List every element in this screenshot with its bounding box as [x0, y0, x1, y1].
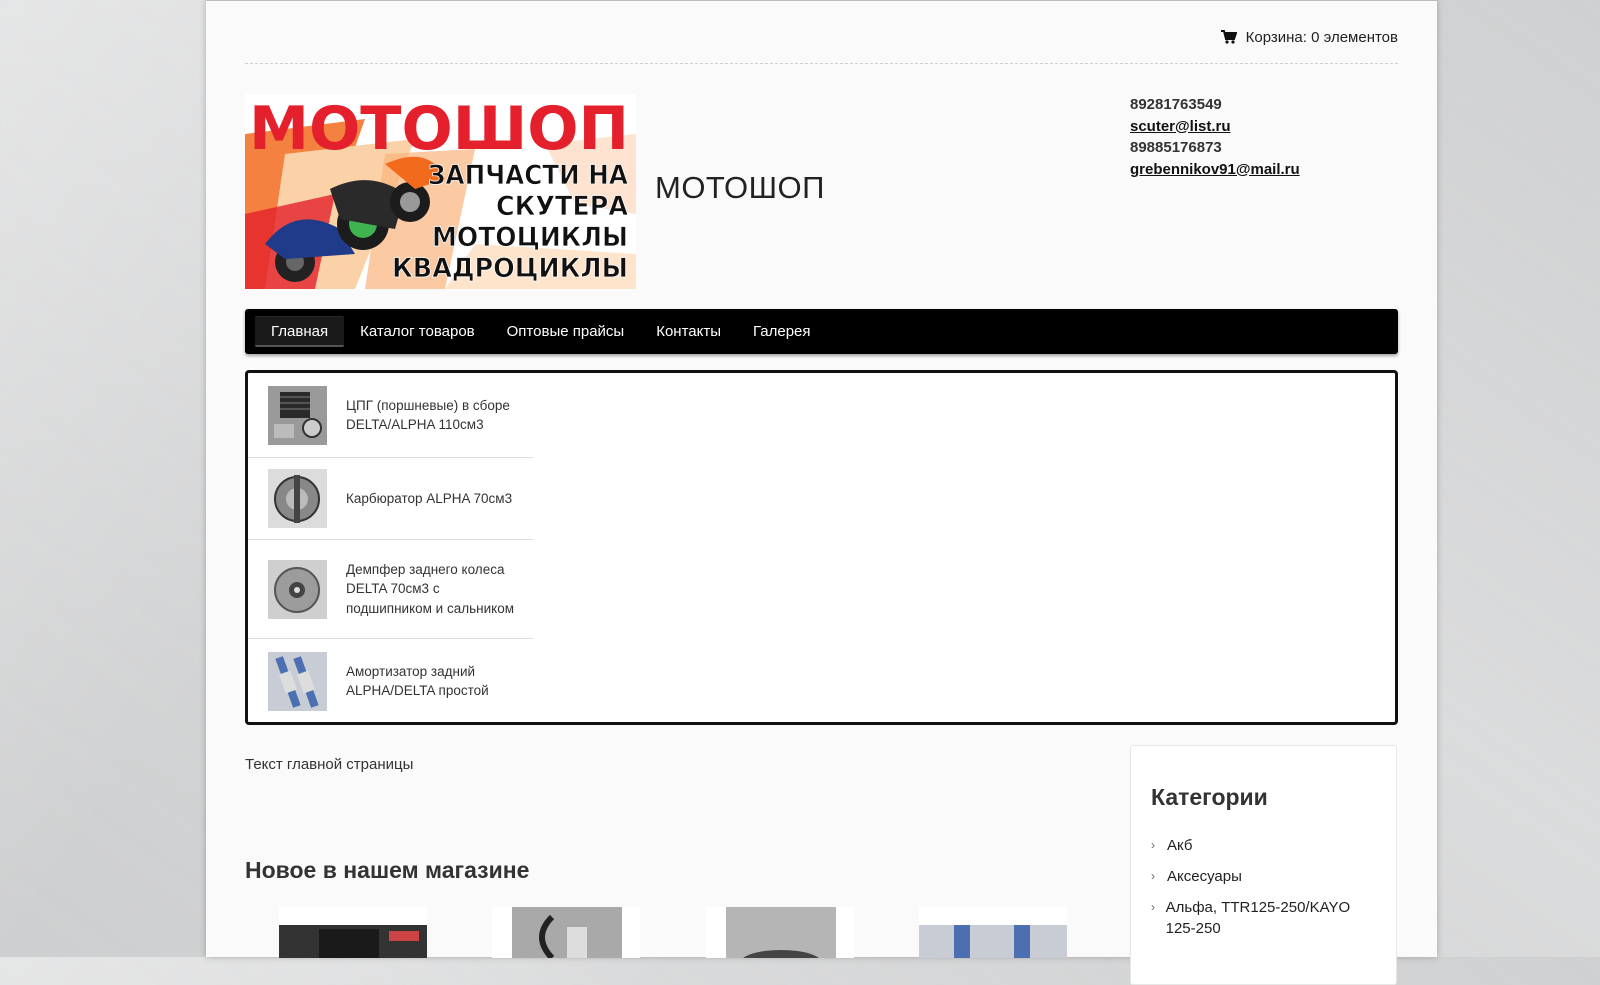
cart-label: Корзина: 0 элементов: [1245, 28, 1398, 46]
nav-item-contacts[interactable]: Контакты: [640, 316, 737, 347]
categories-heading: Категории: [1151, 784, 1268, 810]
nav-item-gallery[interactable]: Галерея: [737, 316, 827, 347]
category-item[interactable]: › Альфа, TTR125-250/KAYO 125-250: [1151, 897, 1376, 939]
slider-item[interactable]: ЦПГ (поршневые) в сборе DELTA/ALPHA 110с…: [248, 373, 533, 458]
site-header: МОТОШОП ЗАПЧАСТИ НА СКУТЕРА МОТОЦИКЛЫ КВ…: [245, 64, 1398, 309]
contact-phone-1: 89281763549: [1130, 96, 1222, 113]
product-thumbnail: [268, 385, 327, 445]
product-thumbnail: [268, 651, 327, 711]
chevron-right-icon: ›: [1151, 900, 1155, 914]
nav-item-catalog[interactable]: Каталог товаров: [344, 316, 491, 347]
product-card[interactable]: [706, 907, 854, 958]
category-label: Альфа, TTR125-250/KAYO 125-250: [1165, 899, 1351, 937]
slider-item[interactable]: Карбюратор ALPHA 70см3: [248, 458, 533, 540]
contact-email-1[interactable]: scuter@list.ru: [1130, 116, 1300, 138]
category-label: Аксесуары: [1167, 868, 1242, 885]
top-bar: Корзина: 0 элементов: [245, 1, 1398, 64]
product-card[interactable]: [919, 907, 1067, 958]
cart-link[interactable]: Корзина: 0 элементов: [1220, 28, 1398, 46]
product-slider: ЦПГ (поршневые) в сборе DELTA/ALPHA 110с…: [245, 370, 1398, 725]
slider-item[interactable]: Демпфер заднего колеса DELTA 70см3 с под…: [248, 540, 533, 639]
chevron-right-icon: ›: [1151, 869, 1155, 883]
category-item[interactable]: › Аксесуары: [1151, 866, 1376, 887]
logo-line-3: МОТОЦИКЛЫ: [432, 222, 628, 253]
site-logo[interactable]: МОТОШОП ЗАПЧАСТИ НА СКУТЕРА МОТОЦИКЛЫ КВ…: [245, 94, 636, 289]
category-item[interactable]: › Акб: [1151, 835, 1376, 856]
product-thumbnail: [268, 559, 327, 619]
main-nav: Главная Каталог товаров Оптовые прайсы К…: [245, 309, 1398, 354]
cart-icon: [1220, 30, 1238, 44]
slider-item-title: Амортизатор задний ALPHA/DELTA простой: [346, 663, 489, 699]
content-wrapper: Корзина: 0 элементов МОТОШОП ЗАПЧАСТИ НА…: [245, 1, 1398, 985]
slider-item-title: Карбюратор ALPHA 70см3: [346, 490, 513, 506]
chevron-right-icon: ›: [1151, 838, 1155, 852]
contacts-block: 89281763549 scuter@list.ru 89885176873 g…: [1130, 94, 1300, 180]
categories-widget: Категории › Акб › Аксесуары › Альфа, TTR…: [1130, 745, 1397, 985]
slider-item-title: Демпфер заднего колеса DELTA 70см3 с под…: [346, 561, 514, 616]
slider-item[interactable]: Амортизатор задний ALPHA/DELTA простой: [248, 639, 533, 723]
main-page-text: Текст главной страницы: [245, 756, 414, 773]
new-products-heading: Новое в нашем магазине: [245, 857, 530, 883]
logo-title: МОТОШОП: [249, 94, 629, 164]
contact-email-2[interactable]: grebennikov91@mail.ru: [1130, 159, 1300, 181]
product-thumbnail: [268, 469, 327, 528]
site-name: МОТОШОП: [655, 170, 825, 205]
product-card[interactable]: [279, 907, 427, 958]
logo-line-4: КВАДРОЦИКЛЫ: [392, 253, 628, 284]
slider-list: ЦПГ (поршневые) в сборе DELTA/ALPHA 110с…: [248, 373, 533, 723]
product-card[interactable]: [492, 907, 640, 958]
logo-line-2: СКУТЕРА: [496, 191, 628, 222]
page: Корзина: 0 элементов МОТОШОП ЗАПЧАСТИ НА…: [206, 0, 1437, 985]
nav-item-wholesale[interactable]: Оптовые прайсы: [491, 316, 641, 347]
category-label: Акб: [1167, 837, 1193, 854]
nav-item-home[interactable]: Главная: [255, 316, 345, 347]
contact-phone-2: 89885176873: [1130, 139, 1222, 156]
slider-item-title: ЦПГ (поршневые) в сборе DELTA/ALPHA 110с…: [346, 397, 510, 433]
logo-line-1: ЗАПЧАСТИ НА: [428, 160, 628, 191]
new-products-grid: [279, 907, 1119, 958]
